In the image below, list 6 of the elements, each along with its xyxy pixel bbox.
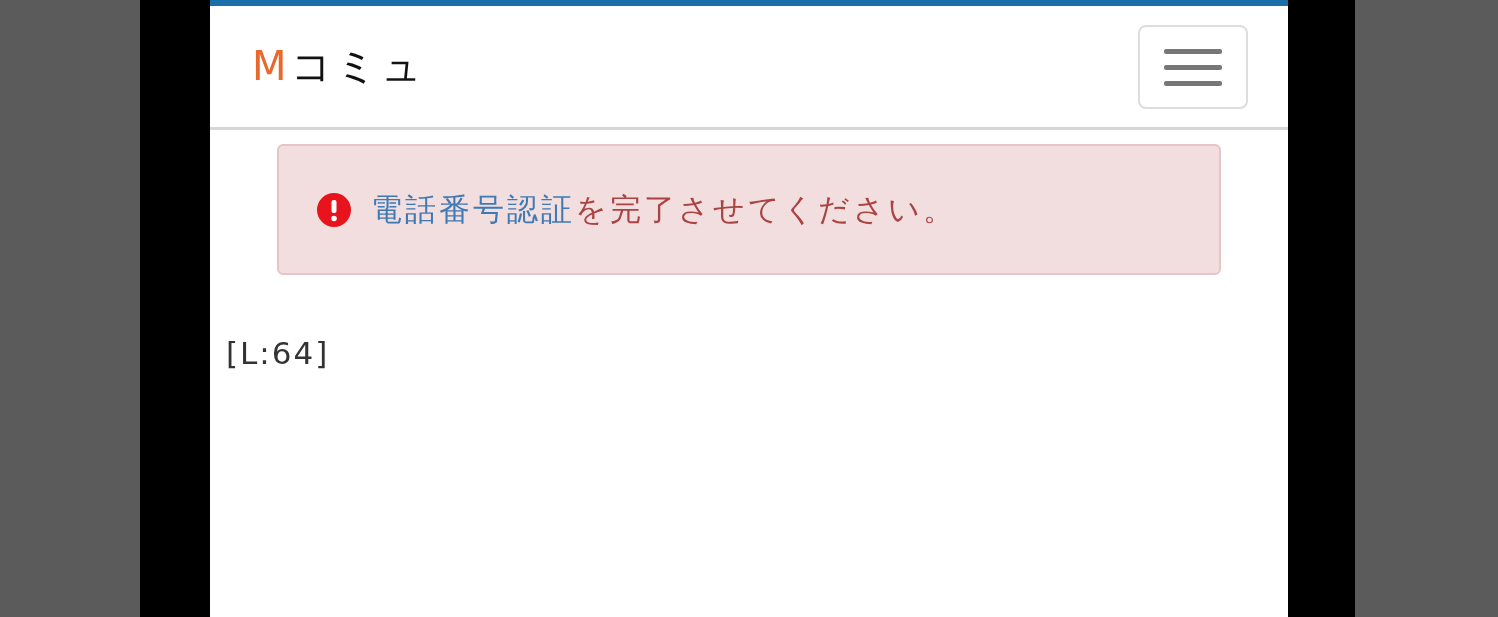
menu-icon (1164, 46, 1222, 87)
alert-message: 電話番号認証 を完了させてください。 (371, 189, 957, 229)
menu-button[interactable] (1138, 24, 1248, 109)
error-icon (317, 192, 351, 227)
footer-text: [L:64] (226, 335, 330, 371)
logo[interactable]: M コミュ (252, 39, 426, 94)
